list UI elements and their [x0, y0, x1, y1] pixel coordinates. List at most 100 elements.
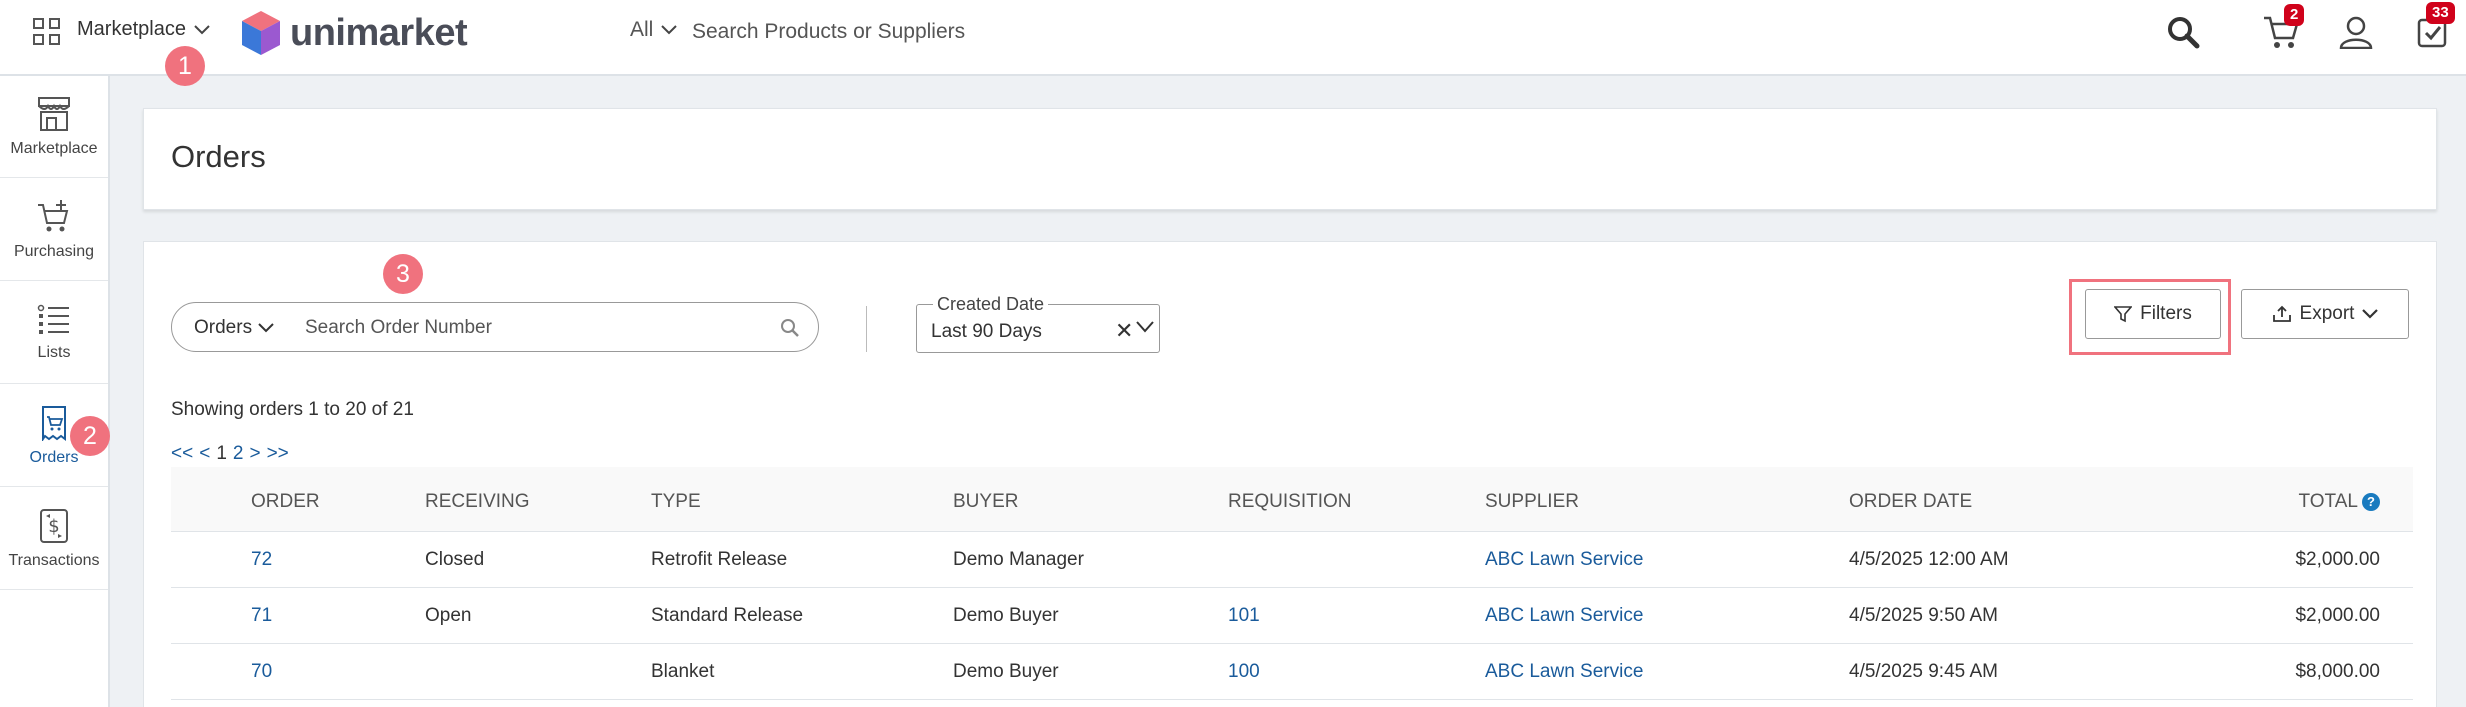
storefront-icon — [38, 96, 70, 131]
table-row: 71 Open Standard Release Demo Buyer 101 … — [171, 588, 2413, 644]
sidebar-item-label: Purchasing — [13, 242, 95, 260]
marketplace-dropdown[interactable]: Marketplace — [77, 18, 210, 41]
help-icon[interactable]: ? — [2362, 492, 2380, 511]
export-button-label: Export — [2299, 303, 2355, 324]
user-icon[interactable] — [2336, 12, 2376, 52]
search-icon[interactable] — [2163, 12, 2203, 52]
search-scope-dropdown[interactable]: All — [630, 18, 678, 42]
page-header: Orders — [143, 108, 2437, 210]
column-header-requisition[interactable]: REQUISITION — [1228, 491, 1352, 513]
app-grid-icon[interactable] — [33, 18, 62, 47]
page-title: Orders — [171, 139, 266, 174]
orders-panel: 3 Orders Created Date Last 90 Days ✕ Fil… — [143, 241, 2437, 707]
order-search-bar: Orders — [171, 302, 819, 352]
buyer-name: Demo Buyer — [953, 661, 1059, 682]
table-header: ORDER RECEIVING TYPE BUYER REQUISITION S… — [171, 467, 2413, 532]
order-type: Retrofit Release — [651, 549, 788, 570]
supplier-link[interactable]: ABC Lawn Service — [1485, 549, 1643, 571]
order-date: 4/5/2025 9:50 AM — [1849, 605, 1998, 626]
order-date: 4/5/2025 12:00 AM — [1849, 549, 2009, 570]
logo-cube-icon — [242, 11, 280, 55]
order-link[interactable]: 70 — [251, 661, 272, 683]
chevron-down-icon — [258, 323, 274, 333]
requisition-link[interactable]: 100 — [1228, 661, 1260, 683]
sidebar-item-label: Transactions — [8, 551, 100, 569]
supplier-link[interactable]: ABC Lawn Service — [1485, 661, 1643, 683]
sidebar-item-transactions[interactable]: $ Transactions — [0, 488, 108, 590]
order-link[interactable]: 71 — [251, 605, 272, 627]
supplier-link[interactable]: ABC Lawn Service — [1485, 605, 1643, 627]
column-header-total-label: TOTAL — [2298, 491, 2358, 512]
tasks-count-badge: 33 — [2426, 2, 2455, 24]
column-header-total[interactable]: TOTAL? — [2299, 491, 2380, 513]
column-header-supplier[interactable]: SUPPLIER — [1485, 491, 1579, 513]
list-icon — [37, 304, 69, 334]
top-bar: Marketplace unimarket All 2 33 — [0, 0, 2466, 76]
filter-icon — [2114, 306, 2133, 323]
pager-last[interactable]: >> — [267, 443, 289, 465]
column-header-type[interactable]: TYPE — [651, 491, 701, 513]
order-total: $2,000.00 — [2295, 605, 2380, 626]
table-row: 72 Closed Retrofit Release Demo Manager … — [171, 532, 2413, 588]
marketplace-dropdown-label: Marketplace — [77, 18, 186, 40]
order-type: Blanket — [651, 661, 715, 682]
created-date-value: Last 90 Days — [931, 321, 1042, 342]
chevron-down-icon — [194, 24, 210, 34]
receiving-status: Closed — [425, 549, 485, 570]
buyer-name: Demo Buyer — [953, 605, 1059, 626]
created-date-filter[interactable]: Created Date Last 90 Days ✕ — [916, 294, 1160, 353]
export-button[interactable]: Export — [2241, 289, 2409, 339]
transaction-icon: $ — [40, 508, 68, 543]
column-header-order[interactable]: ORDER — [251, 491, 320, 513]
sidebar-item-purchasing[interactable]: Purchasing — [0, 179, 108, 281]
svg-text:$: $ — [48, 516, 59, 537]
search-scope-label: All — [630, 18, 654, 41]
pager-first[interactable]: << — [171, 443, 193, 465]
global-search-input[interactable] — [692, 14, 1252, 50]
sidebar-item-marketplace[interactable]: Marketplace — [0, 76, 108, 178]
cart-plus-icon — [38, 199, 69, 231]
order-total: $8,000.00 — [2295, 661, 2380, 682]
search-icon[interactable] — [780, 318, 800, 338]
buyer-name: Demo Manager — [953, 549, 1084, 570]
order-icon — [42, 405, 66, 441]
created-date-label: Created Date — [933, 294, 1049, 315]
order-search-scope-dropdown[interactable]: Orders — [194, 317, 274, 339]
column-header-receiving[interactable]: RECEIVING — [425, 491, 530, 513]
clear-icon[interactable]: ✕ — [1115, 318, 1133, 344]
column-header-buyer[interactable]: BUYER — [953, 491, 1018, 513]
divider — [866, 306, 867, 352]
sidebar-item-label: Orders — [29, 448, 79, 466]
column-header-order-date[interactable]: ORDER DATE — [1849, 491, 1972, 513]
pagination: << < 1 2 > >> — [171, 443, 289, 465]
pager-prev[interactable]: < — [199, 443, 210, 465]
pager-next[interactable]: > — [249, 443, 260, 465]
order-search-scope-label: Orders — [194, 317, 253, 338]
sidebar-item-label: Lists — [37, 343, 71, 361]
annotation-marker-3: 3 — [383, 254, 423, 294]
cart-count-badge: 2 — [2284, 4, 2305, 26]
filters-button-label: Filters — [2140, 303, 2192, 324]
pager-page-1[interactable]: 1 — [216, 443, 227, 465]
filters-button[interactable]: Filters — [2085, 289, 2221, 339]
chevron-down-icon — [661, 25, 678, 35]
sidebar-item-label: Marketplace — [10, 139, 98, 157]
order-number-search-input[interactable] — [305, 313, 765, 343]
requisition-link[interactable]: 101 — [1228, 605, 1260, 627]
export-icon — [2272, 305, 2291, 322]
receiving-status: Open — [425, 605, 472, 626]
pager-page-2[interactable]: 2 — [233, 443, 244, 465]
sidebar-item-lists[interactable]: Lists — [0, 282, 108, 384]
annotation-marker-1: 1 — [165, 46, 205, 86]
chevron-down-icon — [2362, 309, 2379, 319]
order-date: 4/5/2025 9:45 AM — [1849, 661, 1998, 682]
results-summary: Showing orders 1 to 20 of 21 — [171, 399, 414, 420]
order-type: Standard Release — [651, 605, 804, 626]
orders-table: ORDER RECEIVING TYPE BUYER REQUISITION S… — [171, 467, 2413, 700]
unimarket-logo[interactable]: unimarket — [240, 9, 468, 57]
order-link[interactable]: 72 — [251, 549, 272, 571]
table-row: 70 Blanket Demo Buyer 100 ABC Lawn Servi… — [171, 644, 2413, 700]
left-sidebar: Marketplace Purchasing Lists Orders $ Tr… — [0, 76, 110, 707]
order-total: $2,000.00 — [2295, 549, 2380, 570]
chevron-down-icon[interactable] — [1136, 321, 1154, 333]
